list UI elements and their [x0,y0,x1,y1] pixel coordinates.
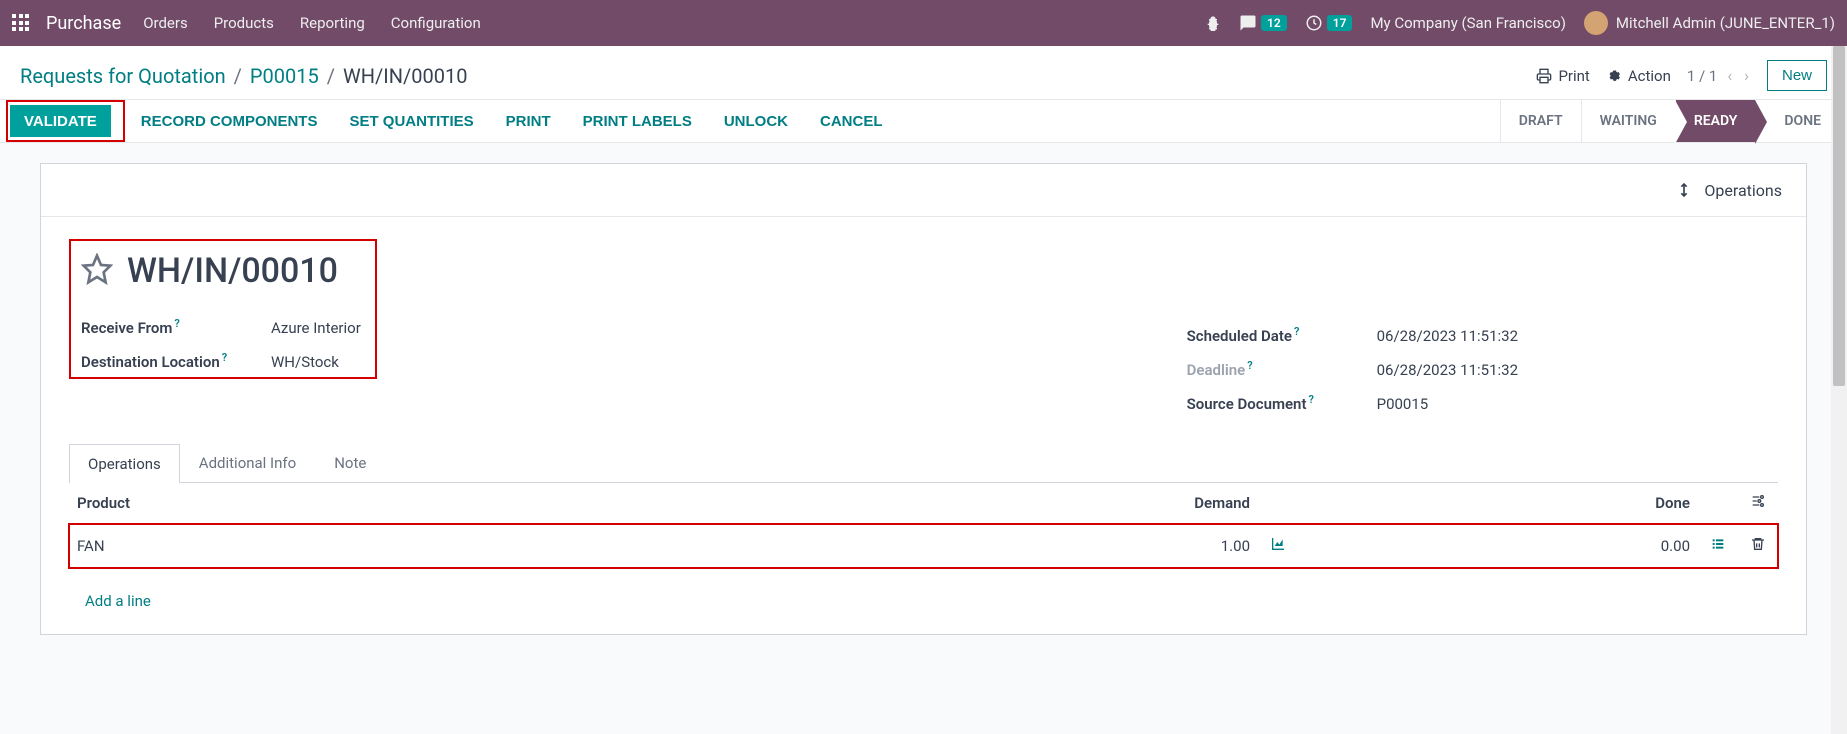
breadcrumb: Requests for Quotation / P00015 / WH/IN/… [20,64,467,88]
breadcrumb-parent[interactable]: P00015 [250,64,319,88]
detailed-ops-icon[interactable] [1698,524,1738,569]
delete-row-icon[interactable] [1738,524,1778,569]
table-row[interactable]: FAN 1.00 0.00 [69,524,1778,569]
highlight-title-fields: WH/IN/00010 Receive From? Azure Interior… [69,239,377,379]
status-waiting[interactable]: WAITING [1581,100,1675,142]
deadline-value: 06/28/2023 11:51:32 [1377,361,1518,379]
apps-icon[interactable] [12,14,30,32]
top-navbar: Purchase Orders Products Reporting Confi… [0,0,1847,46]
operations-stat-button[interactable]: Operations [1676,178,1782,202]
col-demand[interactable]: Demand [1078,483,1258,524]
dest-location-label: Destination Location? [81,351,271,371]
help-icon[interactable]: ? [222,351,227,364]
breadcrumb-sep: / [327,64,335,88]
user-menu[interactable]: Mitchell Admin (JUNE_ENTER_1) [1584,11,1835,35]
scrollbar-thumb[interactable] [1833,46,1845,386]
status-bar: DRAFT WAITING READY DONE [1500,100,1839,142]
record-title: WH/IN/00010 [127,251,338,291]
col-done[interactable]: Done [1298,483,1698,524]
record-components-button[interactable]: RECORD COMPONENTS [125,100,334,142]
status-draft[interactable]: DRAFT [1500,100,1581,142]
status-done[interactable]: DONE [1755,100,1839,142]
help-icon[interactable]: ? [1294,325,1299,338]
nav-reporting[interactable]: Reporting [300,14,365,32]
nav-products[interactable]: Products [214,14,274,32]
source-document-value[interactable]: P00015 [1377,395,1429,413]
company-switcher[interactable]: My Company (San Francisco) [1370,14,1565,32]
debug-icon[interactable] [1205,15,1221,31]
pager-prev-icon[interactable]: ‹ [1725,66,1734,85]
messages-badge: 12 [1261,15,1287,31]
print-button[interactable]: Print [1536,67,1589,85]
col-product[interactable]: Product [69,483,1078,524]
receive-from-label: Receive From? [81,317,271,337]
action-bar: VALIDATE RECORD COMPONENTS SET QUANTITIE… [0,99,1847,143]
vertical-scrollbar[interactable] [1831,46,1847,734]
column-settings-icon[interactable] [1738,483,1778,524]
forecast-icon[interactable] [1258,524,1298,569]
pager-next-icon[interactable]: › [1742,66,1751,85]
set-quantities-button[interactable]: SET QUANTITIES [333,100,489,142]
add-line-link[interactable]: Add a line [77,580,159,622]
operations-table: Product Demand Done FAN 1.00 [69,483,1778,634]
receive-from-value[interactable]: Azure Interior [271,319,361,337]
help-icon[interactable]: ? [174,317,179,330]
cell-done[interactable]: 0.00 [1298,524,1698,569]
tabs: Operations Additional Info Note [69,443,1778,483]
activities-icon[interactable]: 17 [1305,14,1353,32]
help-icon[interactable]: ? [1247,359,1252,372]
avatar-icon [1584,11,1608,35]
validate-button[interactable]: VALIDATE [10,105,111,137]
header-row: Requests for Quotation / P00015 / WH/IN/… [0,46,1847,99]
activities-badge: 17 [1327,15,1353,31]
nav-configuration[interactable]: Configuration [391,14,481,32]
breadcrumb-root[interactable]: Requests for Quotation [20,64,226,88]
print-labels-button[interactable]: PRINT LABELS [567,100,708,142]
nav-orders[interactable]: Orders [143,14,188,32]
tab-additional-info[interactable]: Additional Info [180,443,315,482]
status-ready[interactable]: READY [1675,100,1756,142]
print-action-button[interactable]: PRINT [490,100,567,142]
highlight-validate: VALIDATE [6,100,125,142]
tab-operations[interactable]: Operations [69,444,180,483]
dest-location-value[interactable]: WH/Stock [271,353,339,371]
pager-text[interactable]: 1 / 1 [1687,67,1718,85]
breadcrumb-current: WH/IN/00010 [343,64,467,88]
user-name: Mitchell Admin (JUNE_ENTER_1) [1616,14,1835,32]
favorite-star-icon[interactable] [81,253,113,289]
cancel-button[interactable]: CANCEL [804,100,899,142]
new-button[interactable]: New [1767,60,1827,91]
unlock-button[interactable]: UNLOCK [708,100,804,142]
breadcrumb-sep: / [234,64,242,88]
form-sheet: Operations WH/IN/00010 Receive From? Az [40,163,1807,635]
help-icon[interactable]: ? [1308,393,1313,406]
cell-demand[interactable]: 1.00 [1078,524,1258,569]
scheduled-date-value[interactable]: 06/28/2023 11:51:32 [1377,327,1518,345]
deadline-label: Deadline? [1187,359,1377,379]
source-document-label: Source Document? [1187,393,1377,413]
messages-icon[interactable]: 12 [1239,14,1287,32]
app-brand[interactable]: Purchase [46,13,121,34]
tab-note[interactable]: Note [315,443,385,482]
cell-product[interactable]: FAN [69,524,1078,569]
scheduled-date-label: Scheduled Date? [1187,325,1377,345]
pager: 1 / 1 ‹ › [1687,66,1751,85]
action-button[interactable]: Action [1606,67,1671,85]
